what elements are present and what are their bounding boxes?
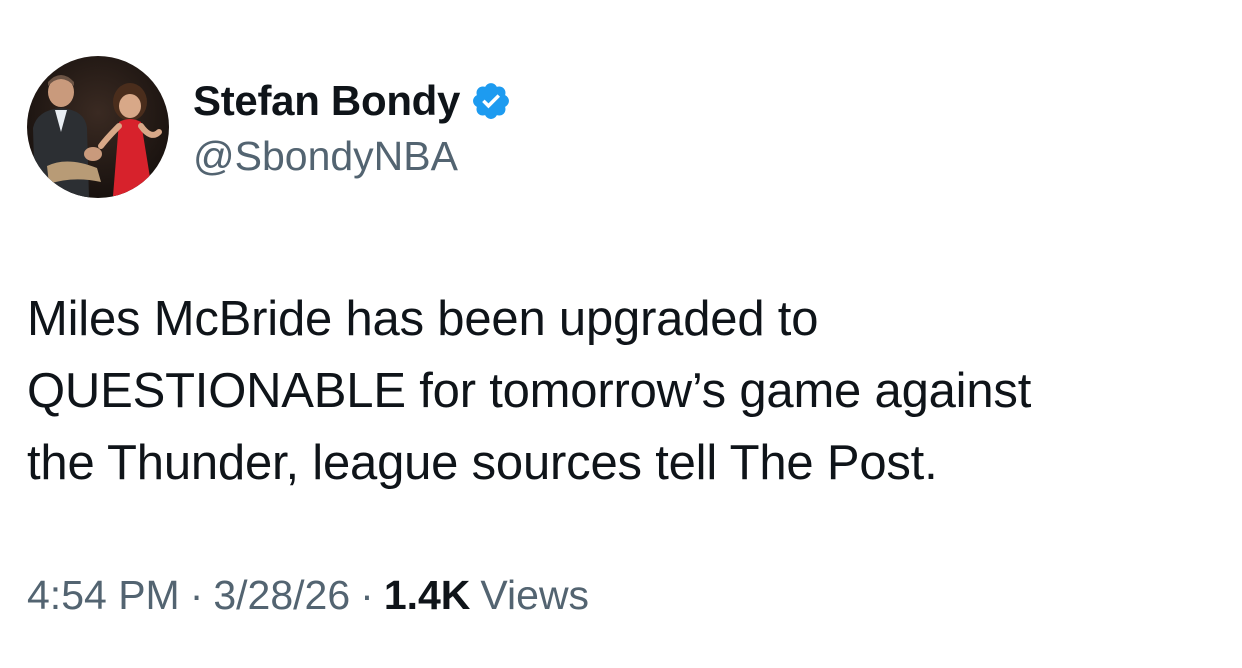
tweet-meta: 4:54 PM · 3/28/26 · 1.4K Views <box>27 572 589 619</box>
display-name-row: Stefan Bondy <box>193 75 512 127</box>
author-handle[interactable]: @SbondyNBA <box>193 133 512 180</box>
meta-separator: · <box>189 572 204 618</box>
meta-separator: · <box>360 572 374 618</box>
tweet-text: Miles McBride has been upgraded to QUEST… <box>27 283 1207 499</box>
tweet-time[interactable]: 4:54 PM <box>27 572 180 619</box>
views-label: Views <box>480 572 590 618</box>
views-count[interactable]: 1.4K <box>384 572 471 619</box>
tweet-text-line: Miles McBride has been upgraded to <box>27 292 819 346</box>
tweet-header: Stefan Bondy @SbondyNBA <box>27 56 512 198</box>
verified-badge-icon[interactable] <box>470 80 512 122</box>
avatar-photo <box>27 56 169 198</box>
tweet-text-line: QUESTIONABLE for tomorrow’s game against <box>27 364 1032 418</box>
tweet-card: Stefan Bondy @SbondyNBA Miles McBride ha… <box>0 0 1242 668</box>
display-name[interactable]: Stefan Bondy <box>193 77 460 125</box>
tweet-date[interactable]: 3/28/26 <box>213 572 350 619</box>
author-names: Stefan Bondy @SbondyNBA <box>193 75 512 180</box>
tweet-text-line: the Thunder, league sources tell The Pos… <box>27 436 938 490</box>
avatar[interactable] <box>27 56 169 198</box>
